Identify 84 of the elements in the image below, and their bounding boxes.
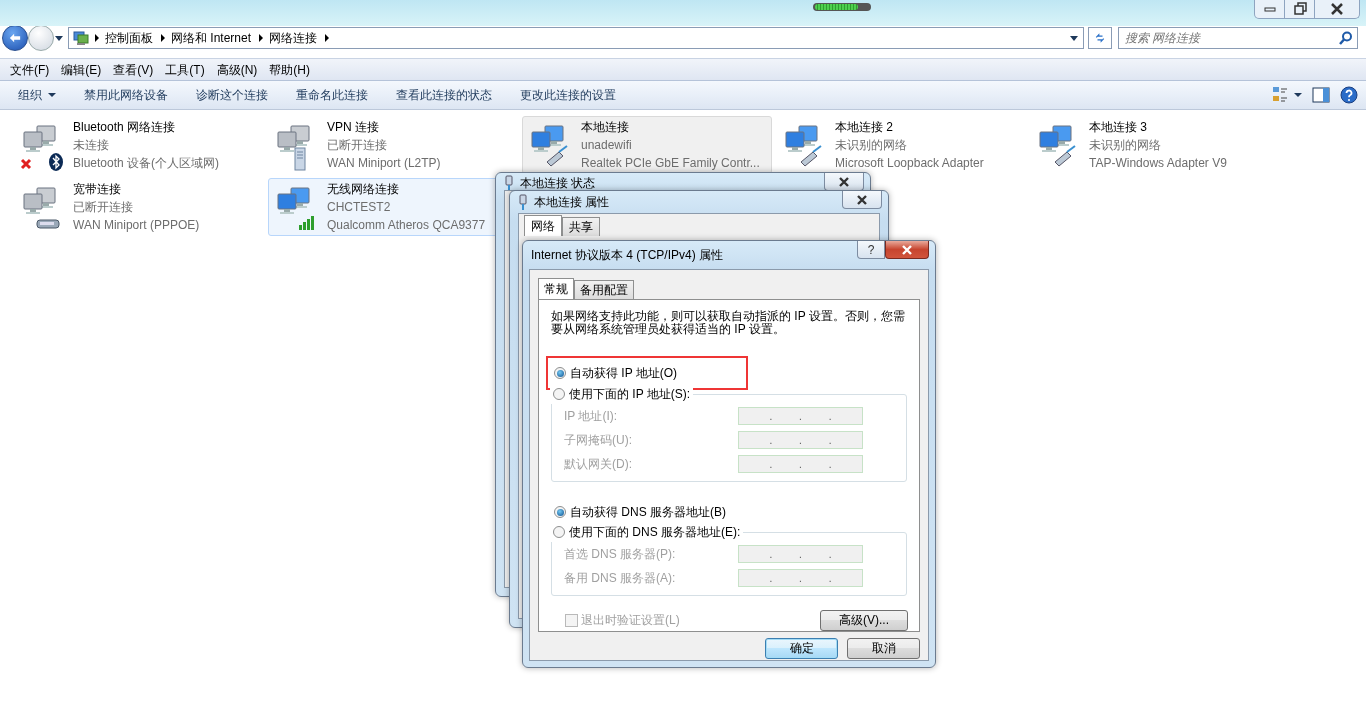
connection-item[interactable]: 本地连接 2 未识别的网络 Microsoft Loopback Adapter bbox=[776, 116, 1026, 174]
help-icon[interactable] bbox=[1340, 86, 1358, 104]
tab[interactable]: 共享 bbox=[562, 217, 600, 236]
close-button[interactable] bbox=[824, 173, 864, 191]
close-icon bbox=[856, 194, 868, 205]
search-icon[interactable] bbox=[1339, 31, 1353, 45]
menu-item[interactable]: 编辑(E) bbox=[55, 59, 108, 80]
cancel-button[interactable]: 取消 bbox=[847, 638, 920, 659]
view-options-icon[interactable] bbox=[1272, 86, 1302, 104]
connection-item[interactable]: 宽带连接 已断开连接 WAN Miniport (PPPOE) bbox=[14, 178, 264, 236]
connection-status: 未连接 bbox=[73, 138, 110, 153]
field-label: IP 地址(I): bbox=[564, 407, 619, 425]
advanced-button[interactable]: 高级(V)... bbox=[820, 610, 908, 631]
address-field[interactable]: 控制面板 网络和 Internet 网络连接 bbox=[68, 27, 1084, 49]
connection-status: unadewifi bbox=[581, 138, 633, 153]
description-text: 如果网络支持此功能，则可以获取自动指派的 IP 设置。否则，您需要从网络系统管理员处获得适当的 IP 设置。 bbox=[551, 310, 906, 336]
refresh-button[interactable] bbox=[1088, 27, 1112, 49]
field-label: 默认网关(D): bbox=[564, 455, 633, 473]
caret-icon[interactable] bbox=[54, 34, 64, 42]
connection-item[interactable]: 本地连接 3 未识别的网络 TAP-Windows Adapter V9 bbox=[1030, 116, 1280, 174]
device-name: Realtek PCIe GbE Family Contr... bbox=[581, 156, 760, 171]
breadcrumb[interactable]: 网络和 Internet bbox=[171, 29, 252, 47]
connection-status: 已断开连接 bbox=[327, 138, 388, 153]
connection-name: 本地连接 2 bbox=[835, 120, 894, 135]
close-icon bbox=[1329, 1, 1345, 17]
close-button[interactable] bbox=[842, 191, 882, 209]
menu-item[interactable]: 文件(F) bbox=[4, 59, 56, 80]
caret-icon[interactable] bbox=[1069, 34, 1079, 42]
connection-name: 本地连接 3 bbox=[1089, 120, 1148, 135]
device-name: Qualcomm Atheros QCA9377 bbox=[327, 218, 486, 233]
radio-button[interactable]: 自动获得 DNS 服务器地址(B) bbox=[551, 502, 729, 522]
tab[interactable]: 网络 bbox=[524, 215, 562, 236]
tab[interactable]: 常规 bbox=[538, 278, 574, 299]
network-folder-icon bbox=[73, 30, 89, 46]
connection-name: 无线网络连接 bbox=[327, 182, 400, 197]
connection-status: 未识别的网络 bbox=[1089, 138, 1162, 153]
toolbar-button[interactable]: 诊断这个连接 bbox=[188, 82, 276, 108]
menu-item[interactable]: 帮助(H) bbox=[263, 59, 316, 80]
connection-item[interactable]: Bluetooth 网络连接 未连接 Bluetooth 设备(个人区域网) bbox=[14, 116, 264, 174]
toolbar-button[interactable]: 查看此连接的状态 bbox=[388, 82, 500, 108]
ok-button[interactable]: 确定 bbox=[765, 638, 838, 659]
restore-icon bbox=[1291, 1, 1308, 17]
connection-name: Bluetooth 网络连接 bbox=[73, 120, 177, 135]
connection-item[interactable]: VPN 连接 已断开连接 WAN Miniport (L2TP) bbox=[268, 116, 518, 174]
refresh-icon bbox=[1095, 31, 1105, 45]
search-field[interactable]: 搜索 网络连接 bbox=[1118, 27, 1358, 49]
breadcrumb[interactable]: 网络连接 bbox=[269, 29, 318, 47]
field-label: 备用 DNS 服务器(A): bbox=[564, 569, 677, 587]
toolbar-button[interactable]: 禁用此网络设备 bbox=[76, 82, 176, 108]
field-label: 首选 DNS 服务器(P): bbox=[564, 545, 677, 563]
window-title: 本地连接 状态 bbox=[520, 175, 596, 192]
connection-status: 已断开连接 bbox=[73, 200, 134, 215]
connection-name: 本地连接 bbox=[581, 120, 630, 135]
toolbar-button[interactable]: 更改此连接的设置 bbox=[512, 82, 624, 108]
window-title: Internet 协议版本 4 (TCP/IPv4) 属性 bbox=[531, 246, 724, 264]
back-button[interactable] bbox=[2, 25, 28, 51]
toolbar-button[interactable]: 组织 bbox=[10, 82, 64, 108]
arrow-icon bbox=[9, 32, 21, 44]
connection-name: VPN 连接 bbox=[327, 120, 380, 135]
toolbar-button[interactable]: 重命名此连接 bbox=[288, 82, 376, 108]
device-name: Microsoft Loopback Adapter bbox=[835, 156, 984, 171]
connection-name: 宽带连接 bbox=[73, 182, 122, 197]
close-button[interactable] bbox=[885, 241, 929, 259]
tab[interactable]: 备用配置 bbox=[574, 280, 634, 299]
device-name: WAN Miniport (PPPOE) bbox=[73, 218, 200, 233]
gripper-icon bbox=[813, 3, 871, 11]
plug-icon bbox=[504, 175, 514, 191]
device-name: Bluetooth 设备(个人区域网) bbox=[73, 156, 220, 171]
connection-item[interactable]: 本地连接 unadewifi Realtek PCIe GbE Family Contr... bbox=[522, 116, 772, 174]
close-icon bbox=[838, 176, 850, 187]
plug-icon bbox=[518, 194, 528, 210]
preview-pane-icon[interactable] bbox=[1312, 87, 1330, 103]
breadcrumb[interactable]: 控制面板 bbox=[105, 29, 153, 47]
field-label: 子网掩码(U): bbox=[564, 431, 633, 449]
help-button[interactable]: ? bbox=[857, 241, 885, 259]
close-icon bbox=[901, 244, 913, 255]
menu-item[interactable]: 工具(T) bbox=[159, 59, 211, 80]
device-name: WAN Miniport (L2TP) bbox=[327, 156, 441, 171]
window-title: 本地连接 属性 bbox=[534, 193, 610, 211]
menu-item[interactable]: 查看(V) bbox=[107, 59, 160, 80]
connection-status: 未识别的网络 bbox=[835, 138, 908, 153]
menu-item[interactable]: 高级(N) bbox=[210, 59, 264, 80]
connection-status: CHCTEST2 bbox=[327, 200, 392, 215]
device-name: TAP-Windows Adapter V9 bbox=[1089, 156, 1227, 171]
